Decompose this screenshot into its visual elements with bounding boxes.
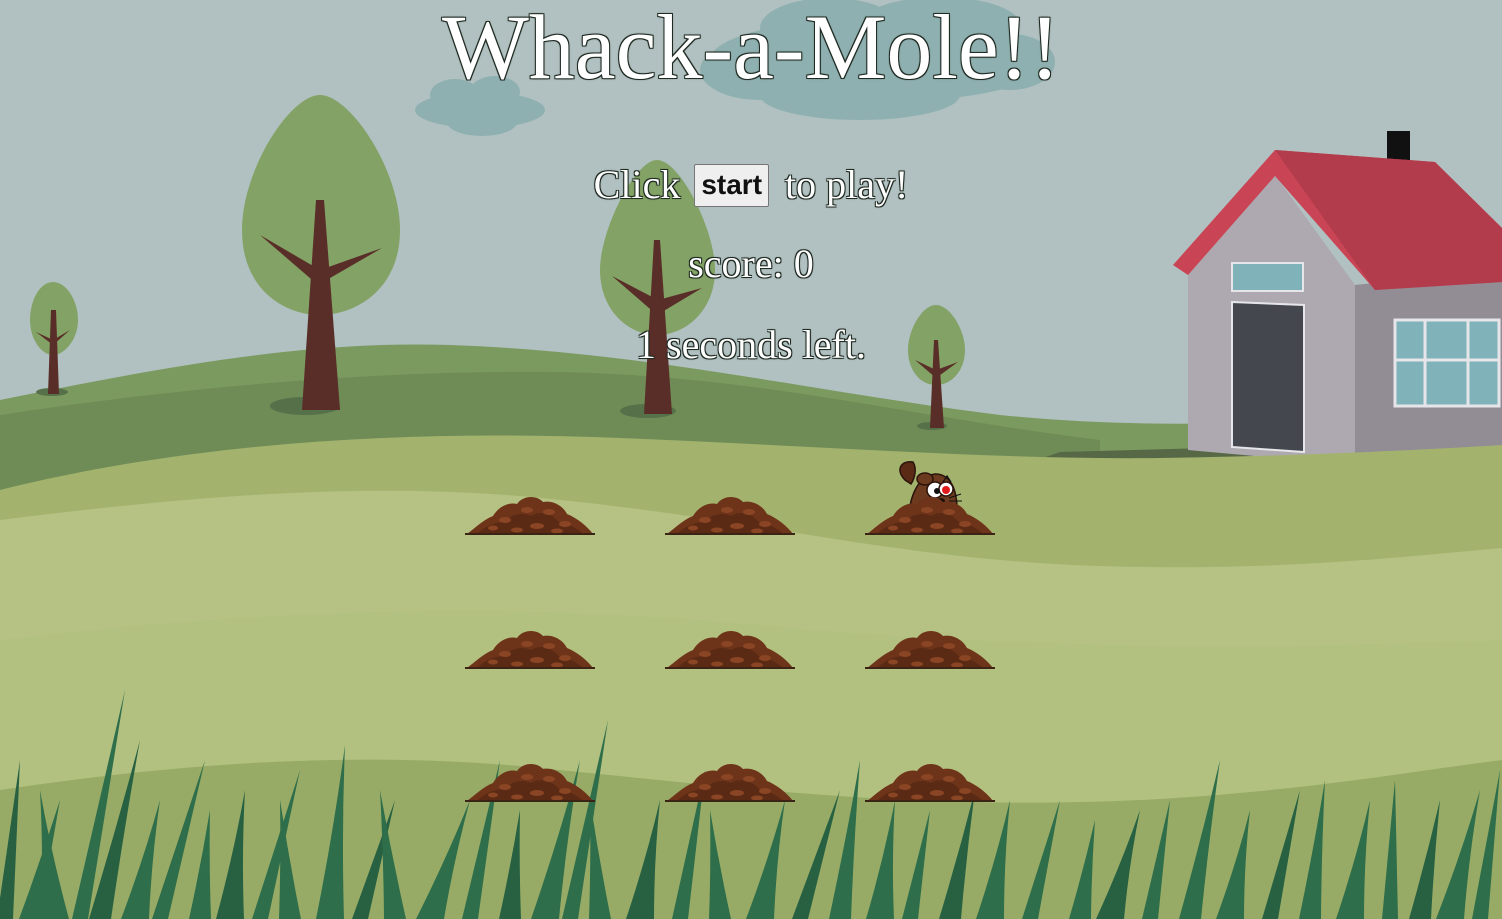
time-suffix: seconds left. (666, 322, 866, 367)
mole-hole-3[interactable] (865, 440, 995, 540)
mole-hole-7[interactable] (465, 707, 595, 807)
mole-hole-2[interactable] (665, 440, 795, 540)
prompt-before: Click (593, 162, 681, 207)
start-button[interactable]: start (694, 164, 770, 208)
mole-hole-6[interactable] (865, 574, 995, 674)
mole-hole-9[interactable] (865, 707, 995, 807)
mole-hole-1[interactable] (465, 440, 595, 540)
score-display: score: 0 (0, 240, 1502, 288)
prompt-after: to play! (785, 162, 909, 207)
mole-hole-4[interactable] (465, 574, 595, 674)
timer-display: 1 seconds left. (0, 321, 1502, 369)
time-left-value: 1 (636, 322, 657, 367)
score-label: score: (688, 241, 784, 286)
mole-hole-5[interactable] (665, 574, 795, 674)
mole-hole-8[interactable] (665, 707, 795, 807)
score-value: 0 (793, 241, 814, 286)
start-prompt: Click start to play! (0, 160, 1502, 210)
game-title: Whack-a-Mole!! (441, 0, 1061, 98)
